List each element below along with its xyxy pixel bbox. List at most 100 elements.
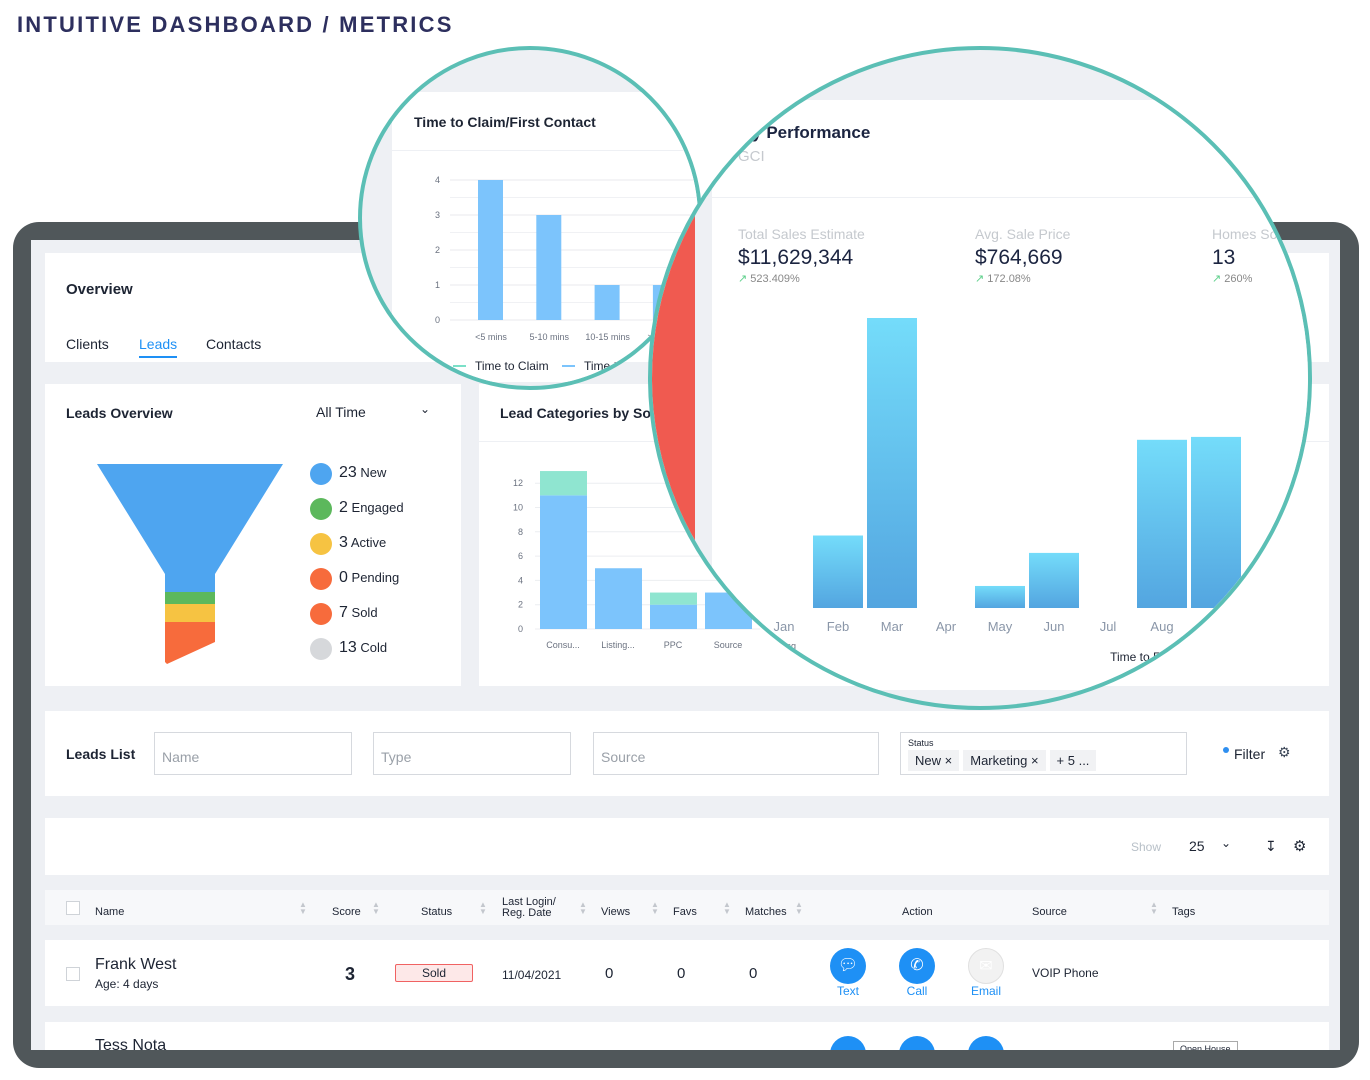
y-tick: 12 xyxy=(513,478,523,488)
sort-icon[interactable]: ▲ ▼ xyxy=(579,901,587,916)
bar-feb xyxy=(813,535,863,608)
status-chip-new[interactable]: New × xyxy=(908,750,960,771)
text-button[interactable]: 💬︎ xyxy=(830,948,866,984)
legend-time-to-claim[interactable]: Time to Claim xyxy=(475,359,549,373)
last-login: 11/04/2021 xyxy=(502,968,562,982)
call-button[interactable]: ✆ xyxy=(899,948,935,984)
call-label[interactable]: Call xyxy=(887,984,947,998)
name-input[interactable]: Name xyxy=(154,732,352,775)
y-tick: 10 xyxy=(513,503,523,513)
lead-name[interactable]: Frank West xyxy=(95,956,177,974)
call-button[interactable] xyxy=(899,1036,935,1050)
column-favs[interactable]: Favs xyxy=(673,907,697,918)
column-source[interactable]: Source xyxy=(1032,907,1067,918)
chip-label: New xyxy=(915,753,942,768)
y-tick: 0 xyxy=(518,624,523,634)
leads-list-title: Leads List xyxy=(66,746,136,762)
favs: 0 xyxy=(677,965,686,982)
bar-may xyxy=(975,585,1025,608)
x-tick: Aug xyxy=(1150,619,1173,634)
performance-chart: Jan Feb Mar Apr May Jun Jul Aug Unclaimed Time to… xyxy=(770,318,1262,664)
select-all-checkbox[interactable] xyxy=(66,901,80,915)
status-label: Status xyxy=(908,738,934,748)
lead-source: VOIP Phone xyxy=(1032,966,1099,980)
bar-aug xyxy=(1137,439,1187,608)
chevron-down-icon[interactable]: ⌄ xyxy=(1221,836,1231,850)
y-tick: 6 xyxy=(518,551,523,561)
unclaimed-label: Unclaimed xyxy=(1210,624,1253,634)
x-tick: May xyxy=(988,619,1013,634)
bar-segment xyxy=(595,568,642,629)
leads-list-card: Leads List Name Type Source Status New ×… xyxy=(45,711,1329,796)
status-chip-marketing[interactable]: Marketing × xyxy=(963,750,1046,771)
column-views[interactable]: Views xyxy=(601,907,630,918)
column-last-login[interactable]: Last Login/Reg. Date xyxy=(502,897,556,919)
page-title: INTUITIVE DASHBOARD / METRICS xyxy=(17,12,454,37)
sort-icon[interactable]: ▲ ▼ xyxy=(651,901,659,916)
table-row[interactable]: Frank West Age: 4 days 3 Sold 11/04/2021… xyxy=(45,940,1329,1006)
bar-time-to-first-contact xyxy=(478,180,503,320)
envelope-icon: ✉ xyxy=(979,958,993,975)
column-action: Action xyxy=(902,906,933,918)
x-tick: Apr xyxy=(936,619,957,634)
column-score[interactable]: Score xyxy=(332,907,361,918)
text-button[interactable] xyxy=(830,1036,866,1050)
table-header: Name ▲ ▼ Score ▲ ▼ Status ▲ ▼ Last Login/Re… xyxy=(45,890,1329,925)
tag-chip: Open House xyxy=(1173,1041,1238,1050)
phone-icon: ✆ xyxy=(910,957,924,974)
sort-icon[interactable]: ▲ ▼ xyxy=(299,901,307,916)
bar-segment xyxy=(540,471,587,496)
x-tick: Listing... xyxy=(601,640,635,650)
lead-age: Age: 4 days xyxy=(95,977,159,991)
y-tick: 2 xyxy=(518,600,523,610)
zoom-circle-performance: My Performance GCI Total Sales Estimate … xyxy=(648,46,1312,710)
sort-icon[interactable]: ▲ ▼ xyxy=(1150,901,1158,916)
type-input[interactable]: Type xyxy=(373,732,571,775)
bar-segment xyxy=(540,495,587,629)
sort-icon[interactable]: ▲ ▼ xyxy=(372,901,380,916)
x-tick: Jul xyxy=(1100,619,1117,634)
close-icon[interactable]: × xyxy=(945,753,953,768)
lead-name[interactable]: Tess Nota xyxy=(95,1037,166,1050)
status-chip-more[interactable]: + 5 ... xyxy=(1049,750,1097,771)
chip-label: Marketing xyxy=(970,753,1028,768)
bar-time-to-first-contact xyxy=(536,215,562,320)
email-button[interactable]: ✉ xyxy=(968,948,1004,984)
row-height-icon[interactable]: ↧ xyxy=(1265,838,1277,855)
column-matches[interactable]: Matches xyxy=(745,907,787,918)
filter-button[interactable]: Filter xyxy=(1234,746,1265,762)
close-icon[interactable]: × xyxy=(1031,753,1039,768)
status-select[interactable]: Status New × Marketing × + 5 ... xyxy=(900,732,1187,775)
gear-icon[interactable]: ⚙ xyxy=(1293,837,1306,855)
table-toolbar: Show 25 ⌄ ↧ ⚙ xyxy=(45,818,1329,875)
source-input[interactable]: Source xyxy=(593,732,879,775)
email-button[interactable] xyxy=(968,1036,1004,1050)
x-tick: Mar xyxy=(881,619,904,634)
column-status[interactable]: Status xyxy=(421,907,452,918)
y-tick: 8 xyxy=(518,527,523,537)
email-label[interactable]: Email xyxy=(956,984,1016,998)
matches: 0 xyxy=(749,965,758,982)
y-tick: 2 xyxy=(435,245,440,255)
sort-icon[interactable]: ▲ ▼ xyxy=(479,901,487,916)
x-tick: Consu... xyxy=(546,640,580,650)
sliders-icon[interactable]: ⚙︎ xyxy=(1278,744,1291,761)
bar-time-to-first-contact xyxy=(594,285,620,320)
legend-first-contact: Time to First Contact xyxy=(1110,650,1222,664)
lead-score: 3 xyxy=(345,964,356,984)
row-checkbox[interactable] xyxy=(66,967,80,981)
text-label[interactable]: Text xyxy=(818,984,878,998)
table-row[interactable]: Tess Nota Open House xyxy=(45,1022,1329,1050)
views: 0 xyxy=(605,965,614,982)
sort-icon[interactable]: ▲ ▼ xyxy=(795,901,803,916)
x-tick: 5-10 mins xyxy=(530,332,570,342)
show-label: Show xyxy=(1131,840,1162,854)
y-tick: 4 xyxy=(518,575,523,585)
y-tick: 0 xyxy=(435,315,440,325)
y-tick: 3 xyxy=(435,210,440,220)
y-tick: 4 xyxy=(435,175,440,185)
column-name[interactable]: Name xyxy=(95,907,124,918)
sort-icon[interactable]: ▲ ▼ xyxy=(723,901,731,916)
page-size-select[interactable]: 25 xyxy=(1189,838,1205,854)
x-tick: 10-15 mins xyxy=(585,332,630,342)
